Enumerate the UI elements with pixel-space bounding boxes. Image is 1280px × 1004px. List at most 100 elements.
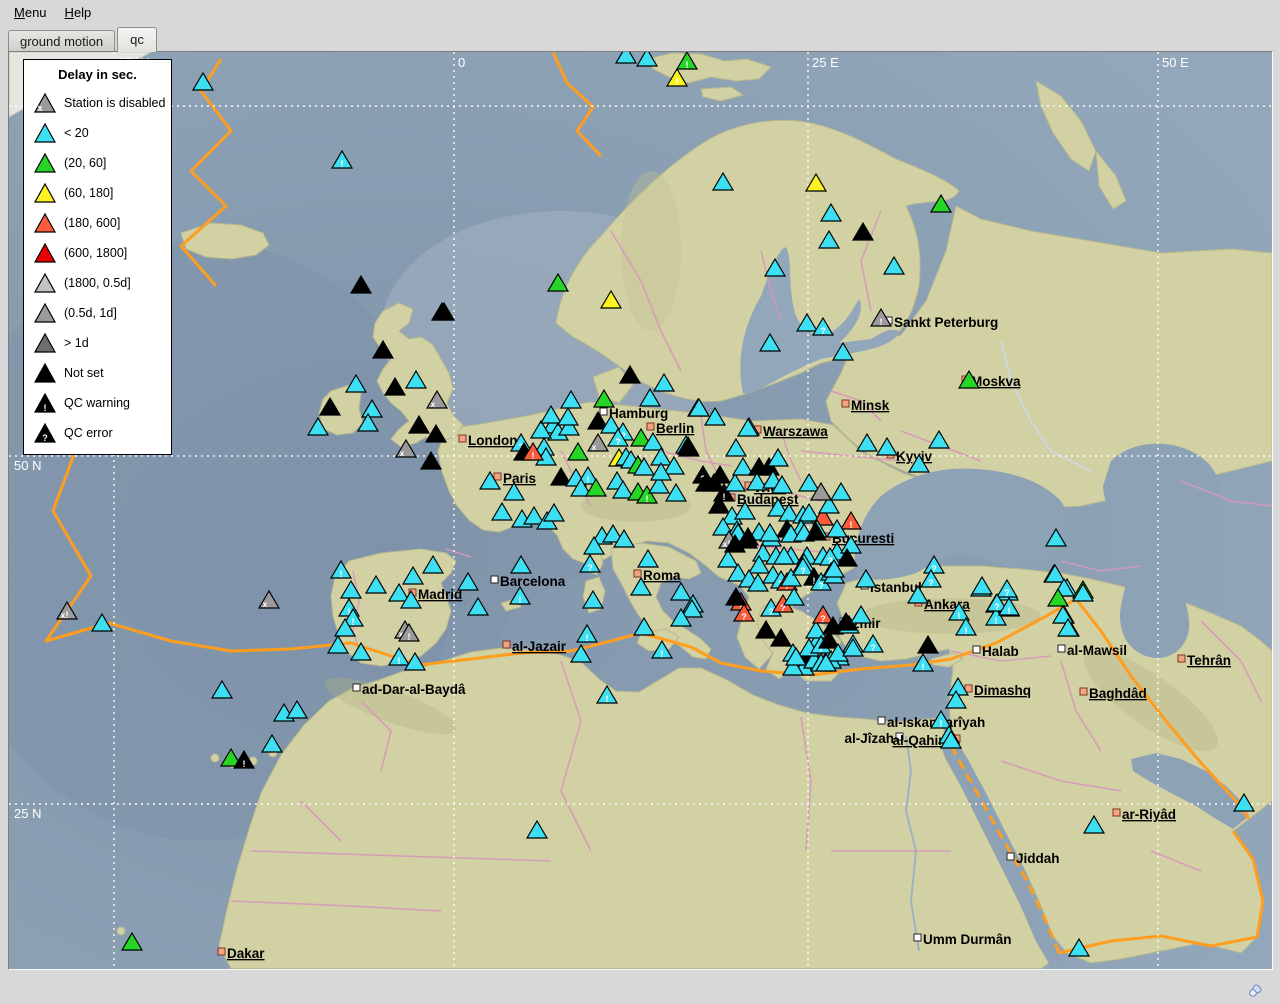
legend-triangle-icon [32, 271, 58, 295]
qc-error-symbol: ? [1004, 588, 1010, 598]
city-label: Tehrân [1187, 653, 1231, 668]
city-square [1058, 645, 1065, 652]
city-label: Paris [503, 471, 536, 486]
qc-error-symbol: ? [870, 643, 876, 653]
station-disabled-x: x [592, 443, 597, 452]
qc-warning-symbol: ! [340, 569, 343, 579]
qc-warning-symbol: ! [1008, 606, 1011, 616]
qc-error-symbol: ? [820, 614, 826, 624]
legend-triangle-icon [32, 241, 58, 265]
legend-item-label: > 1d [64, 336, 89, 350]
legend-triangle-icon [32, 331, 58, 355]
qc-warning-symbol: ! [587, 475, 590, 485]
city-square [218, 948, 225, 955]
city-square [600, 408, 607, 415]
city-label: Minsk [851, 398, 890, 413]
qc-warning-symbol: ! [646, 494, 649, 504]
legend-triangle-icon [32, 151, 58, 175]
qc-warning-symbol: ! [850, 520, 853, 530]
qc-warning-symbol: ! [965, 626, 968, 636]
legend-item-label: < 20 [64, 126, 89, 140]
qc-warning-symbol: ! [606, 694, 609, 704]
menu-item-menu[interactable]: Menu [6, 3, 55, 22]
legend-item-label: Not set [64, 366, 104, 380]
delay-legend: Delay in sec. xStation is disabled < 20 (2… [23, 59, 172, 455]
city-square [353, 684, 360, 691]
legend-item: (0.5d, 1d] [24, 298, 171, 328]
legend-item-label: (20, 60] [64, 156, 106, 170]
city-marker: Dimashq [965, 683, 1031, 698]
menu-item-help[interactable]: Help [57, 3, 100, 22]
city-label: Berlin [656, 421, 694, 436]
city-label: Madrid [418, 587, 462, 602]
city-label: Barcelona [500, 574, 566, 589]
qc-warning-symbol: ! [686, 60, 689, 70]
qc-warning-symbol: ! [940, 719, 943, 729]
station-disabled-x: x [400, 449, 405, 458]
city-label: al-Jîzah [844, 731, 894, 746]
city-label: ad-Dar-al-Baydâ [362, 682, 466, 697]
city-label: Umm Durmân [923, 932, 1012, 947]
legend-triangle-icon [32, 181, 58, 205]
legend-triangle-icon [32, 361, 58, 385]
city-square [878, 717, 885, 724]
legend-item: (600, 1800] [24, 238, 171, 268]
legend-triangle-icon: ? [32, 421, 58, 445]
legend-item: (1800, 0.5d] [24, 268, 171, 298]
map-view[interactable]: 25 W025 E50 E50 N25 N LondonParisMadridB… [8, 51, 1273, 970]
qc-error-symbol: ? [928, 578, 934, 588]
menu-bar: MenuHelp [0, 0, 1280, 24]
legend-item-label: (180, 600] [64, 216, 120, 230]
qc-error-symbol: ? [800, 566, 806, 576]
city-label: Kyyiv [896, 449, 933, 464]
qc-error-symbol: ? [818, 581, 824, 591]
legend-item-label: (60, 180] [64, 186, 113, 200]
city-label: al-Jazair [512, 639, 567, 654]
legend-item: (180, 600] [24, 208, 171, 238]
svg-text:!: ! [44, 403, 47, 413]
connection-status-icon [1246, 982, 1264, 1000]
legend-item-label: (1800, 0.5d] [64, 276, 131, 290]
qc-warning-symbol: ! [398, 656, 401, 666]
city-square [1113, 809, 1120, 816]
city-marker: Baghdâd [1080, 686, 1147, 701]
legend-title: Delay in sec. [24, 67, 171, 82]
qc-warning-symbol: ! [519, 595, 522, 605]
qc-warning-symbol: ! [676, 77, 679, 87]
qc-warning-symbol: ! [66, 610, 69, 620]
city-label: al-Mawsil [1067, 643, 1127, 658]
map-canvas[interactable]: 25 W025 E50 E50 N25 N LondonParisMadridB… [9, 52, 1272, 969]
legend-item: xStation is disabled [24, 88, 171, 118]
qc-warning-symbol: ! [723, 492, 726, 502]
qc-error-symbol: ? [820, 326, 826, 336]
qc-warning-symbol: ! [243, 759, 246, 769]
city-label: Warszawa [763, 424, 828, 439]
legend-item: < 20 [24, 118, 171, 148]
legend-triangle-icon [32, 121, 58, 145]
grid-label: 25 E [812, 55, 839, 70]
qc-warning-symbol: ! [958, 611, 961, 621]
qc-warning-symbol: ! [922, 662, 925, 672]
city-label: Halab [982, 644, 1019, 659]
city-marker: Sankt Peterburg [885, 315, 998, 330]
city-square [634, 570, 641, 577]
city-marker: London [459, 433, 517, 448]
city-square [1080, 688, 1087, 695]
grid-label: 50 E [1162, 55, 1189, 70]
city-marker: al-Mawsil [1058, 643, 1127, 658]
grid-label: 0 [458, 55, 465, 70]
tab-ground-motion[interactable]: ground motion [8, 30, 115, 52]
city-square [842, 400, 849, 407]
qc-warning-symbol: ! [408, 632, 411, 642]
city-marker: Umm Durmân [914, 932, 1012, 947]
legend-item: Not set [24, 358, 171, 388]
legend-triangle-icon: ! [32, 391, 58, 415]
tab-qc[interactable]: qc [117, 27, 157, 52]
city-square [491, 576, 498, 583]
svg-text:?: ? [42, 433, 48, 443]
qc-warning-symbol: ! [661, 649, 664, 659]
city-label: Roma [643, 568, 681, 583]
legend-triangle-icon [32, 301, 58, 325]
city-label: Hamburg [609, 406, 668, 421]
legend-item: !QC warning [24, 388, 171, 418]
